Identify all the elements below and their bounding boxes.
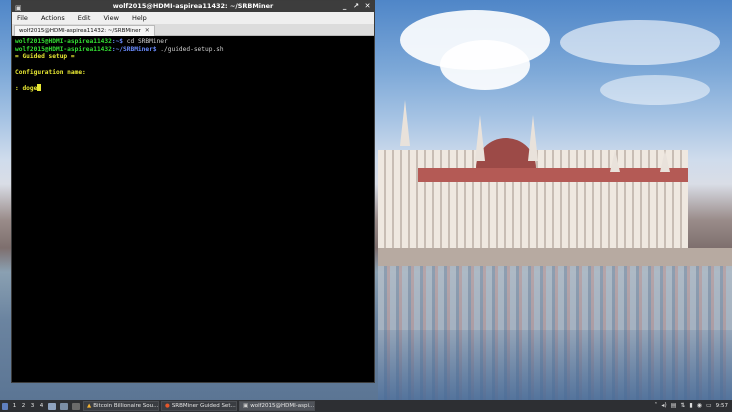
- wallpaper-spire: [610, 150, 620, 172]
- maximize-button[interactable]: ↗: [352, 1, 361, 12]
- menu-help[interactable]: Help: [130, 14, 149, 22]
- task-label: SRBMiner Guided Set...: [171, 403, 236, 409]
- task-bitcoin-billionaire[interactable]: ▲ Bitcoin Billionaire Sou...: [83, 401, 159, 411]
- system-tray: ˄ ◂) ▤ ⇅ ▮ ◉ ▭ 9:57: [654, 400, 732, 412]
- menubar: File Actions Edit View Help: [12, 12, 374, 24]
- command-text: ./guided-setup.sh: [156, 45, 224, 53]
- chat-icon[interactable]: ▤: [671, 400, 677, 412]
- wallpaper-spire: [528, 115, 538, 161]
- wallpaper-cloud: [440, 40, 530, 90]
- menu-view[interactable]: View: [101, 14, 120, 22]
- task-label: Bitcoin Billionaire Sou...: [93, 403, 159, 409]
- chevron-up-icon[interactable]: ˄: [654, 400, 657, 412]
- tab-terminal[interactable]: wolf2015@HDMI-aspirea11432: ~/SRBMiner ✕: [14, 25, 155, 36]
- tab-label: wolf2015@HDMI-aspirea11432: ~/SRBMiner: [19, 28, 141, 34]
- show-desktop-icon[interactable]: [48, 402, 56, 410]
- window-title: wolf2015@HDMI-aspirea11432: ~/SRBMiner: [112, 2, 274, 10]
- workspace-3[interactable]: 3: [28, 400, 37, 412]
- task-terminal[interactable]: ▣ wolf2015@HDMI-aspi...: [239, 401, 315, 411]
- input-value: doge: [22, 85, 38, 93]
- close-button[interactable]: ✕: [363, 1, 372, 12]
- clock[interactable]: 9:57: [716, 400, 728, 412]
- terminal-icon: ▣: [243, 403, 249, 409]
- wallpaper-spire: [660, 150, 670, 172]
- browser-icon: ●: [165, 403, 170, 409]
- wallpaper-cloud: [600, 75, 710, 105]
- tab-close-icon[interactable]: ✕: [145, 26, 150, 36]
- start-menu-icon[interactable]: [2, 402, 8, 410]
- display-icon[interactable]: ▭: [706, 400, 712, 412]
- prompt-user: wolf2015@HDMI-aspirea11432: [15, 38, 112, 45]
- prompt-user: wolf2015@HDMI-aspirea11432: [15, 45, 112, 53]
- setup-heading: = Guided setup =: [15, 53, 75, 61]
- prompt-path: :~$: [111, 38, 124, 45]
- menu-edit[interactable]: Edit: [76, 14, 93, 22]
- terminal-launcher-icon[interactable]: [72, 402, 80, 410]
- network-icon[interactable]: ⇅: [680, 400, 685, 412]
- wallpaper-river-shade: [378, 330, 732, 400]
- minimize-button[interactable]: _: [340, 1, 349, 12]
- terminal-output[interactable]: wolf2015@HDMI-aspirea11432:~$ cd SRBMine…: [12, 36, 374, 95]
- command-text: cd SRBMiner: [123, 38, 168, 45]
- terminal-line: wolf2015@HDMI-aspirea11432:~$ cd SRBMine…: [15, 38, 168, 45]
- wallpaper-roof: [418, 168, 688, 182]
- volume-icon[interactable]: ◂): [661, 400, 666, 412]
- wallpaper-spire: [475, 115, 485, 161]
- workspace-2[interactable]: 2: [19, 400, 28, 412]
- wallpaper-spire: [400, 100, 410, 146]
- wallpaper-embankment: [378, 248, 732, 266]
- text-cursor: [37, 84, 42, 92]
- warning-icon: ▲: [87, 403, 92, 409]
- wallpaper-cloud: [560, 20, 720, 65]
- terminal-window[interactable]: ▣ wolf2015@HDMI-aspirea11432: ~/SRBMiner…: [11, 0, 375, 383]
- taskbar: 1 2 3 4 ▲ Bitcoin Billionaire Sou... ● S…: [0, 400, 732, 412]
- terminal-line: wolf2015@HDMI-aspirea11432:~/SRBMiner$ .…: [15, 46, 224, 53]
- input-line[interactable]: : doge: [15, 84, 42, 93]
- battery-icon[interactable]: ▮: [689, 400, 692, 412]
- prompt-path: :~/SRBMiner$: [111, 45, 157, 53]
- file-manager-icon[interactable]: [60, 402, 68, 410]
- task-srbminer-guide[interactable]: ● SRBMiner Guided Set...: [161, 401, 237, 411]
- menu-actions[interactable]: Actions: [39, 14, 67, 22]
- window-titlebar[interactable]: ▣ wolf2015@HDMI-aspirea11432: ~/SRBMiner…: [12, 1, 374, 12]
- task-label: wolf2015@HDMI-aspi...: [250, 403, 315, 409]
- wallpaper-dome: [476, 138, 536, 168]
- terminal-app-icon[interactable]: ▣: [15, 3, 22, 14]
- notification-icon[interactable]: ◉: [697, 400, 702, 412]
- config-name-prompt: Configuration name:: [15, 68, 86, 76]
- workspace-4[interactable]: 4: [37, 400, 46, 412]
- tab-bar: wolf2015@HDMI-aspirea11432: ~/SRBMiner ✕: [12, 24, 374, 36]
- workspace-1[interactable]: 1: [10, 400, 19, 412]
- menu-file[interactable]: File: [15, 14, 30, 22]
